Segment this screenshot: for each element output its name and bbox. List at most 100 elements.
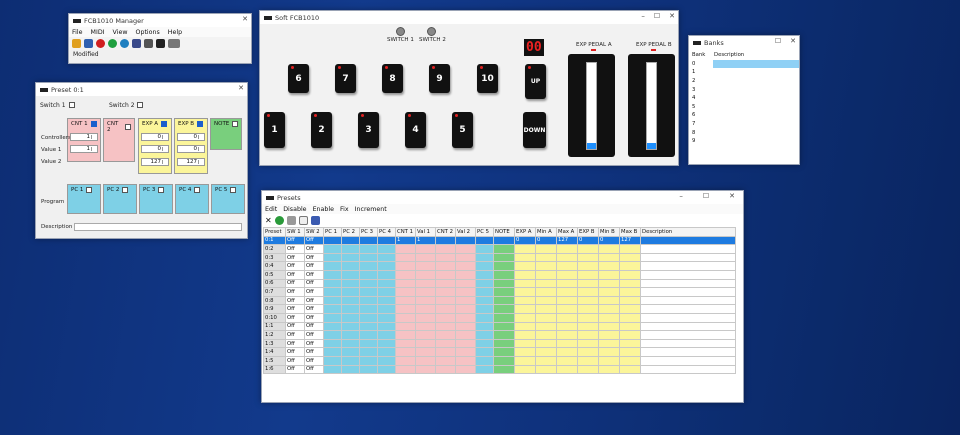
preset-cell[interactable] — [455, 330, 476, 340]
preset-cell[interactable] — [619, 244, 641, 254]
preset-cell[interactable] — [455, 278, 476, 289]
preset-cell[interactable]: Off — [304, 312, 324, 323]
preset-cell[interactable] — [415, 295, 436, 306]
preset-id-cell[interactable]: 0:6 — [263, 278, 286, 289]
preset-cell[interactable] — [493, 269, 515, 280]
preset-cell[interactable] — [598, 364, 620, 375]
preset-cell[interactable] — [435, 364, 456, 375]
preset-cell[interactable] — [455, 235, 476, 246]
preset-cell[interactable] — [377, 278, 396, 289]
grid-icon[interactable] — [144, 39, 153, 48]
preset-cell[interactable] — [341, 287, 360, 297]
column-header[interactable]: Max B — [619, 227, 641, 237]
pedal-2[interactable]: 2 — [311, 112, 332, 148]
preset-cell[interactable] — [341, 261, 360, 271]
preset-cell[interactable] — [455, 321, 476, 332]
banks-titlebar[interactable]: Banks ☐ ✕ — [689, 36, 799, 49]
preset-cell[interactable] — [341, 269, 360, 280]
cnt2-checkbox[interactable] — [125, 124, 131, 130]
column-header[interactable]: CNT 2 — [435, 227, 456, 237]
preset-cell[interactable] — [619, 355, 641, 366]
preset-id-cell[interactable]: 1:2 — [263, 330, 286, 340]
preset-cell[interactable] — [535, 269, 557, 280]
preset-cell[interactable] — [475, 355, 494, 366]
preset-cell[interactable] — [493, 312, 515, 323]
preset-row[interactable]: 0:8 Off Off — [263, 295, 736, 306]
preset-cell[interactable] — [514, 338, 536, 349]
preset-id-cell[interactable]: 1:1 — [263, 321, 286, 332]
preset-cell[interactable] — [514, 295, 536, 306]
preset-cell[interactable] — [359, 269, 378, 280]
preset-cell[interactable] — [514, 278, 536, 289]
preset-cell[interactable] — [640, 244, 736, 254]
preset-cell[interactable] — [598, 278, 620, 289]
close-icon[interactable]: ✕ — [790, 37, 796, 45]
preset-cell[interactable] — [395, 278, 416, 289]
pc1-checkbox[interactable] — [86, 187, 93, 193]
preset-cell[interactable] — [493, 338, 515, 349]
preset-row[interactable]: 0:3 Off Off — [263, 252, 736, 263]
preset-cell[interactable] — [455, 347, 476, 357]
preset-id-cell[interactable]: 0:7 — [263, 287, 286, 297]
preset-cell[interactable] — [341, 330, 360, 340]
preset-cell[interactable] — [577, 304, 599, 314]
preset-cell[interactable] — [455, 244, 476, 254]
preset-id-cell[interactable]: 0:9 — [263, 304, 286, 314]
preset-cell[interactable] — [455, 261, 476, 271]
preset-cell[interactable] — [435, 261, 456, 271]
preset-cell[interactable] — [493, 235, 515, 246]
preset-cell[interactable] — [619, 330, 641, 340]
menu-help[interactable]: Help — [168, 29, 182, 36]
preset-cell[interactable] — [475, 295, 494, 306]
preset-cell[interactable] — [640, 278, 736, 289]
open-icon[interactable] — [72, 39, 81, 48]
preset-cell[interactable] — [619, 287, 641, 297]
preset-cell[interactable] — [323, 287, 342, 297]
menu-view[interactable]: View — [113, 29, 128, 36]
preset-cell[interactable] — [556, 330, 578, 340]
preset-cell[interactable] — [323, 252, 342, 263]
column-header[interactable]: PC 3 — [359, 227, 378, 237]
preset-cell[interactable] — [395, 330, 416, 340]
preset-cell[interactable] — [455, 338, 476, 349]
preset-cell[interactable] — [640, 321, 736, 332]
preset-cell[interactable] — [359, 235, 378, 246]
menu-increment[interactable]: Increment — [355, 206, 387, 213]
preset-cell[interactable] — [535, 364, 557, 375]
preset-cell[interactable] — [341, 235, 360, 246]
preset-cell[interactable] — [619, 312, 641, 323]
column-header[interactable]: NOTE — [493, 227, 515, 237]
preset-cell[interactable] — [619, 261, 641, 271]
pedal-3[interactable]: 3 — [358, 112, 379, 148]
column-header[interactable]: SW 2 — [304, 227, 324, 237]
preset-cell[interactable] — [598, 261, 620, 271]
column-header[interactable]: Min A — [535, 227, 557, 237]
preset-cell[interactable] — [359, 287, 378, 297]
preset-cell[interactable] — [415, 338, 436, 349]
preset-cell[interactable] — [323, 338, 342, 349]
preset-cell[interactable] — [377, 364, 396, 375]
preset-cell[interactable] — [535, 261, 557, 271]
preset-cell[interactable] — [341, 304, 360, 314]
preset-cell[interactable]: 127 — [556, 235, 578, 246]
preset-cell[interactable] — [395, 347, 416, 357]
close-icon[interactable]: ✕ — [242, 15, 248, 23]
preset-cell[interactable] — [640, 261, 736, 271]
preset-cell[interactable] — [577, 355, 599, 366]
preset-cell[interactable] — [359, 304, 378, 314]
preset-cell[interactable] — [598, 338, 620, 349]
preset-cell[interactable] — [341, 347, 360, 357]
preset-cell[interactable] — [377, 355, 396, 366]
preset-cell[interactable]: Off — [304, 278, 324, 289]
preset-cell[interactable] — [377, 244, 396, 254]
preset-cell[interactable] — [395, 312, 416, 323]
preset-cell[interactable]: Off — [304, 244, 324, 254]
preset-id-cell[interactable]: 0:5 — [263, 269, 286, 280]
preset-cell[interactable] — [415, 244, 436, 254]
preset-cell[interactable] — [475, 269, 494, 280]
maximize-icon[interactable]: ☐ — [703, 192, 709, 200]
preset-cell[interactable] — [435, 295, 456, 306]
preset-cell[interactable]: Off — [304, 287, 324, 297]
column-header[interactable]: Val 2 — [455, 227, 476, 237]
preset-id-cell[interactable]: 0:1 — [263, 235, 286, 246]
